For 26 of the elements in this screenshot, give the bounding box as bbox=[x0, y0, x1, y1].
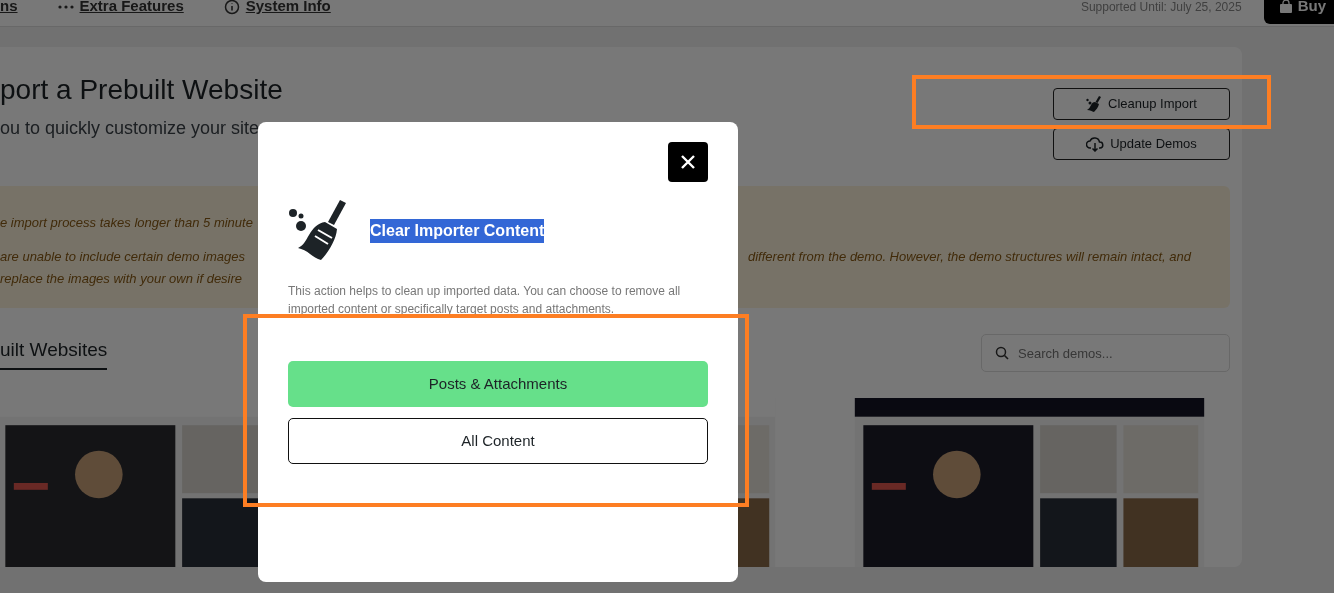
page-subtitle: ou to quickly customize your site bbox=[0, 116, 261, 140]
modal-button[interactable]: All Content bbox=[288, 418, 708, 464]
bag-icon bbox=[1279, 0, 1292, 13]
nav-link[interactable]: Extra Features bbox=[57, 0, 184, 18]
modal-button[interactable]: Posts & Attachments bbox=[288, 361, 708, 407]
close-icon bbox=[680, 154, 696, 170]
notice-text: are unable to include certain demo images bbox=[0, 249, 245, 264]
header-button[interactable]: Cleanup Import bbox=[1053, 88, 1230, 120]
support-text: Supported Until: July 25, 2025 bbox=[1080, 0, 1242, 16]
nav-link[interactable]: System Info bbox=[223, 0, 331, 18]
close-button[interactable] bbox=[668, 142, 708, 182]
info-icon bbox=[223, 0, 240, 15]
broom-icon bbox=[1086, 96, 1103, 112]
header-button[interactable]: Update Demos bbox=[1053, 128, 1230, 160]
search-field[interactable]: Search demos... bbox=[981, 334, 1230, 372]
tab[interactable]: uilt Websites bbox=[0, 335, 108, 371]
dots-icon bbox=[57, 3, 74, 10]
page-title: port a Prebuilt Website bbox=[0, 73, 283, 107]
broom-icon bbox=[288, 200, 348, 262]
nav-link[interactable]: ns bbox=[0, 0, 18, 18]
buy-button[interactable]: Buy bbox=[1263, 0, 1334, 24]
notice-text: different from the demo. However, the demo structures will remain intact, and bbox=[748, 248, 1191, 266]
notice-text: e import process takes longer than 5 minute bbox=[0, 215, 253, 230]
cloud-download-icon bbox=[1086, 136, 1105, 152]
notice-text: replace the images with your own if desire bbox=[0, 271, 243, 286]
modal-title: Clear Importer Content bbox=[370, 219, 545, 243]
